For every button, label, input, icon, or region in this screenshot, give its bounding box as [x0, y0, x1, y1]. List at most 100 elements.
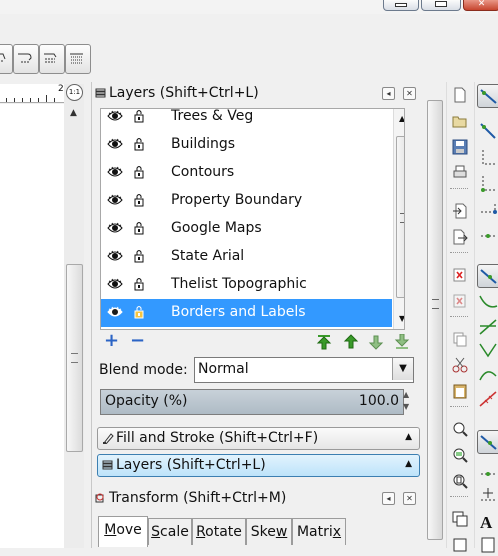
close-panel-button[interactable]: ✕: [403, 87, 416, 100]
snap-midpoint-icon[interactable]: [477, 198, 498, 220]
clone-icon[interactable]: [451, 536, 469, 554]
snap-rotation-center-icon[interactable]: [477, 482, 498, 504]
save-icon[interactable]: [451, 138, 469, 156]
close-panel-button[interactable]: ✕: [403, 492, 416, 505]
duplicate-icon[interactable]: [451, 510, 469, 528]
snap-bbox-edges-icon[interactable]: [477, 146, 498, 168]
snap-toggle-button[interactable]: [477, 84, 498, 108]
lock-icon[interactable]: [133, 221, 145, 235]
lock-icon[interactable]: [133, 277, 145, 291]
snap-cusp-icon[interactable]: [477, 340, 498, 362]
canvas-vertical-scrollbar[interactable]: 1:1 ▲: [64, 84, 84, 548]
close-window-button[interactable]: ✕: [463, 0, 498, 11]
eye-icon[interactable]: [107, 110, 123, 122]
zoom-page-icon[interactable]: [451, 472, 469, 490]
new-document-icon[interactable]: [451, 86, 469, 104]
maximize-button[interactable]: [421, 0, 461, 11]
remove-layer-icon[interactable]: −: [130, 330, 145, 351]
eye-icon[interactable]: [107, 278, 123, 290]
tab-scale[interactable]: Scale: [148, 518, 192, 545]
opacity-slider[interactable]: Opacity (%) 100.0: [100, 389, 404, 415]
layer-list-scroll-thumb[interactable]: [396, 136, 404, 298]
eye-icon[interactable]: [107, 194, 123, 206]
layer-row[interactable]: Google Maps: [101, 215, 392, 243]
dock-scrollbar[interactable]: [423, 82, 445, 548]
tab-rotate[interactable]: Rotate: [192, 518, 246, 545]
scroll-down-icon[interactable]: ▼: [399, 314, 404, 323]
scroll-up-icon[interactable]: ▲: [399, 114, 404, 123]
layer-row[interactable]: Trees & Veg: [101, 109, 392, 131]
snap-line-midpoint-icon[interactable]: [477, 388, 498, 410]
snap-bbox-icon[interactable]: [477, 120, 498, 142]
undo-icon[interactable]: [451, 266, 469, 284]
layer-row[interactable]: Buildings: [101, 131, 392, 159]
lower-layer-icon[interactable]: [368, 334, 384, 350]
lower-to-bottom-icon[interactable]: [394, 334, 410, 350]
zoom-selection-icon[interactable]: [451, 420, 469, 438]
lock-icon[interactable]: [133, 305, 145, 319]
raise-to-top-icon[interactable]: [316, 334, 332, 350]
zoom-drawing-icon[interactable]: [451, 446, 469, 464]
minimize-button[interactable]: [383, 0, 419, 11]
eye-icon[interactable]: [107, 166, 123, 178]
eye-icon[interactable]: [107, 250, 123, 262]
tab-move[interactable]: Move: [98, 516, 148, 547]
import-icon[interactable]: [451, 202, 469, 220]
export-icon[interactable]: [451, 228, 469, 246]
layer-row[interactable]: State Arial: [101, 243, 392, 271]
layer-list-scrollbar[interactable]: ▲ ▼: [393, 109, 404, 329]
lock-icon[interactable]: [133, 137, 145, 151]
layer-list[interactable]: Trees & Veg Buildings Contours Property Bou…: [100, 108, 405, 330]
tab-skew[interactable]: Skew: [246, 518, 292, 545]
add-layer-icon[interactable]: +: [104, 330, 119, 351]
paste-icon[interactable]: [451, 382, 469, 400]
snap-nodes-button[interactable]: [477, 264, 498, 288]
snap-smooth-icon[interactable]: [477, 364, 498, 386]
canvas-scroll-thumb[interactable]: [66, 264, 83, 452]
raise-layer-icon[interactable]: [343, 334, 359, 350]
iconify-panel-button[interactable]: ◂: [382, 492, 395, 505]
snap-others-button[interactable]: [477, 430, 498, 454]
redo-icon[interactable]: [451, 292, 469, 310]
open-icon[interactable]: [451, 112, 469, 130]
snap-page-border-icon[interactable]: [477, 534, 498, 556]
copy-icon[interactable]: [451, 330, 469, 348]
snap-bbox-corners-icon[interactable]: [477, 172, 498, 194]
lock-icon[interactable]: [133, 165, 145, 179]
lock-icon[interactable]: [133, 193, 145, 207]
dock-scroll-thumb[interactable]: [427, 100, 443, 540]
layer-row[interactable]: Thelist Topographic: [101, 271, 392, 299]
zoom-icon[interactable]: 1:1: [66, 84, 83, 101]
layer-row[interactable]: Contours: [101, 159, 392, 187]
iconify-panel-button[interactable]: ◂: [382, 87, 395, 100]
tab-label: otate: [205, 524, 242, 540]
layer-row[interactable]: Property Boundary: [101, 187, 392, 215]
tab-matrix[interactable]: Matrix: [292, 518, 346, 545]
print-icon[interactable]: [451, 164, 469, 182]
lock-icon[interactable]: [133, 249, 145, 263]
toolbar-button-3[interactable]: [39, 44, 65, 74]
layer-row[interactable]: Borders and Labels: [101, 299, 392, 327]
opacity-spinner[interactable]: ▲ ▼: [403, 389, 415, 415]
eye-icon[interactable]: [107, 222, 123, 234]
scroll-up-icon[interactable]: ▲: [70, 108, 77, 118]
cut-icon[interactable]: [451, 356, 469, 374]
snap-intersection-icon[interactable]: [477, 316, 498, 338]
blend-mode-select[interactable]: Normal ▼: [194, 357, 414, 383]
dropdown-arrow-icon[interactable]: ▼: [392, 358, 413, 380]
transform-panel-header: Transform (Shift+Ctrl+M) ◂ ✕: [92, 487, 422, 509]
opacity-label: Opacity (%): [105, 393, 188, 409]
snap-paths-icon[interactable]: [477, 292, 498, 314]
snap-text-baseline-icon[interactable]: A: [477, 510, 498, 532]
lock-icon[interactable]: [133, 109, 145, 123]
toolbar-button-1[interactable]: [0, 44, 13, 74]
fill-stroke-panel-bar[interactable]: Fill and Stroke (Shift+Ctrl+F) ▲: [97, 427, 420, 450]
eye-icon[interactable]: [107, 138, 123, 150]
eye-icon[interactable]: [107, 306, 123, 318]
toolbar-button-4[interactable]: [65, 44, 91, 74]
toolbar-button-2[interactable]: [13, 44, 39, 74]
drawing-canvas[interactable]: [0, 104, 64, 548]
snap-object-midpoint-icon[interactable]: [477, 458, 498, 480]
layers-panel-bar[interactable]: Layers (Shift+Ctrl+L) ▲: [97, 454, 420, 477]
snap-center-icon[interactable]: [477, 226, 498, 248]
